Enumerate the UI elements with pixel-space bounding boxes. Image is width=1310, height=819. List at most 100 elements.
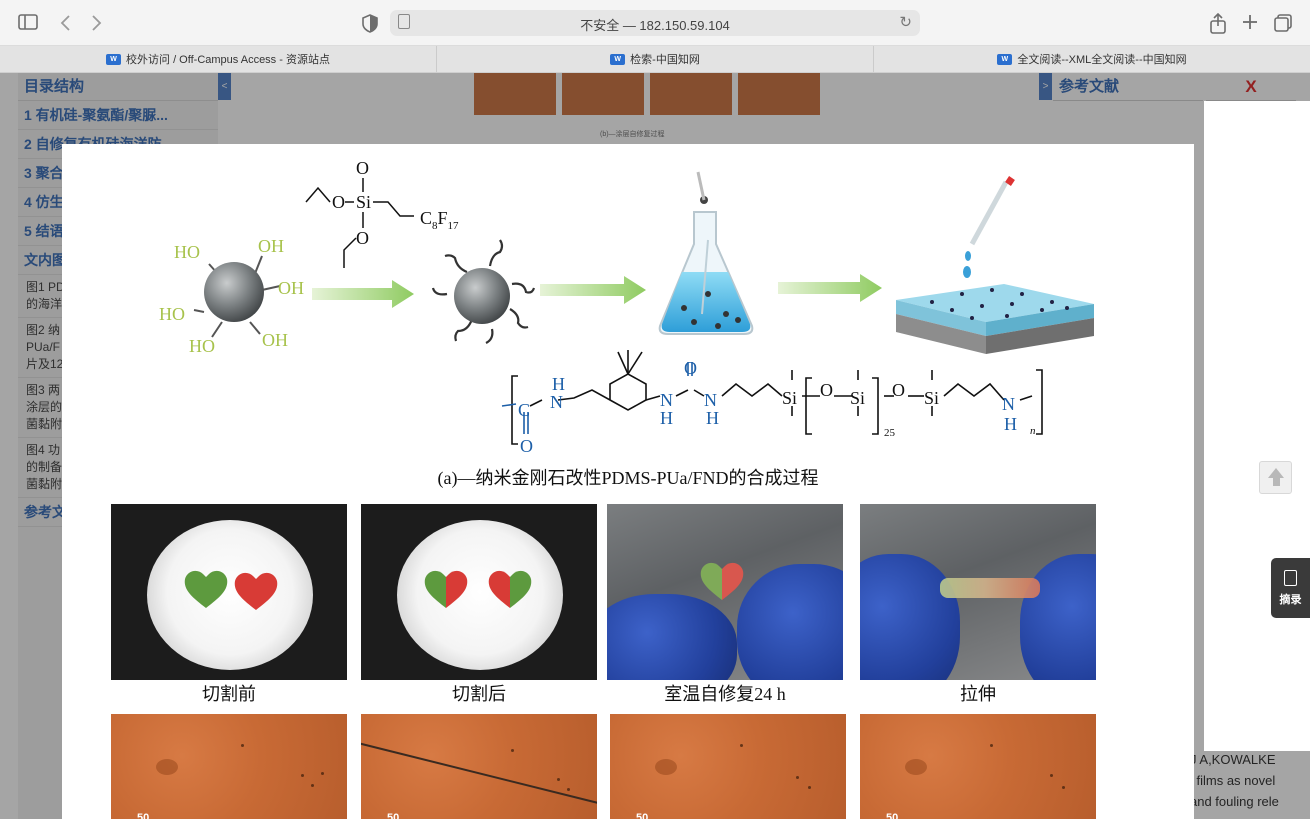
reaction-flask xyxy=(658,171,754,335)
dish xyxy=(147,520,313,670)
tab-label: 全文阅读--XML全文阅读--中国知网 xyxy=(1017,54,1187,66)
tab-overview-icon[interactable] xyxy=(1273,13,1293,33)
polymer-h: H xyxy=(706,408,719,428)
favicon-icon: W xyxy=(610,53,626,65)
silane-o-bottom: O xyxy=(356,228,369,248)
share-icon[interactable] xyxy=(1208,12,1228,34)
micrograph-healed-24h: 50 xyxy=(860,714,1096,819)
sidebar-icon[interactable] xyxy=(18,13,38,33)
polymer-o: O xyxy=(892,380,905,400)
polymer-si: Si xyxy=(850,388,865,408)
defect xyxy=(156,759,178,775)
up-arrow-stem xyxy=(1273,477,1280,486)
abstract-label: 摘录 xyxy=(1279,594,1302,606)
particle xyxy=(567,788,570,791)
back-icon[interactable] xyxy=(56,13,76,33)
polymer-si: Si xyxy=(924,388,939,408)
scale-label: 50 xyxy=(886,812,899,819)
particle xyxy=(796,776,799,779)
healed-heart xyxy=(700,562,744,600)
polymer-n: N xyxy=(660,390,673,410)
abstract-button[interactable]: 摘录 xyxy=(1271,558,1310,618)
forward-icon[interactable] xyxy=(86,13,106,33)
polymer-n: N xyxy=(1002,394,1015,414)
cut-heart xyxy=(424,570,468,608)
reference-panel-body xyxy=(1204,101,1310,751)
oh-label: OH xyxy=(278,278,304,298)
scratch-line xyxy=(361,741,597,809)
particle xyxy=(301,774,304,777)
reload-icon[interactable]: ↻ xyxy=(899,13,912,31)
particle xyxy=(740,744,743,747)
glove xyxy=(1020,554,1096,680)
green-heart xyxy=(184,570,228,608)
polymer-h: H xyxy=(1004,414,1017,434)
micrograph-cut: 50 xyxy=(361,714,597,819)
tab-fulltext[interactable]: W 全文阅读--XML全文阅读--中国知网 xyxy=(874,46,1310,72)
polymer-o: O xyxy=(820,380,833,400)
photo-after-cut xyxy=(361,504,597,680)
polymer-n: N xyxy=(704,390,717,410)
polymer-h: H xyxy=(660,408,673,428)
chain-sub2: 17 xyxy=(448,220,460,232)
silane-chain: C8F17 xyxy=(420,208,459,232)
cut-heart xyxy=(488,570,532,608)
particle xyxy=(990,744,993,747)
polymer-repeat: 25 xyxy=(884,427,896,439)
glove xyxy=(860,554,960,680)
shield-icon[interactable] xyxy=(360,13,380,33)
photo-stretching xyxy=(860,504,1096,680)
tab-offcampus[interactable]: W 校外访问 / Off-Campus Access - 资源站点 xyxy=(0,46,437,72)
polymer-o: O xyxy=(520,436,533,456)
tab-search[interactable]: W 检索-中国知网 xyxy=(437,46,874,72)
new-tab-icon[interactable] xyxy=(1240,13,1260,33)
particle xyxy=(311,784,314,787)
dish xyxy=(397,520,563,670)
label-self-healed: 室温自修复24 h xyxy=(664,684,786,704)
coated-substrate xyxy=(896,176,1094,354)
label-after-cut: 切割后 xyxy=(452,684,506,704)
scroll-top-button[interactable] xyxy=(1259,461,1292,494)
silane-o-left: O xyxy=(332,192,345,212)
scale-label: 50 xyxy=(636,812,649,819)
scale-label: 50 xyxy=(137,812,150,819)
polymer-h: H xyxy=(552,374,565,394)
tab-label: 检索-中国知网 xyxy=(630,54,700,66)
process-arrow xyxy=(778,274,882,302)
scale-label: 50 xyxy=(387,812,400,819)
polymer-si: Si xyxy=(782,388,797,408)
ho-label: HO xyxy=(174,242,200,262)
glove xyxy=(737,564,843,680)
address-bar[interactable]: 不安全 — 182.150.59.104 ↻ xyxy=(390,10,920,36)
ho-label: HO xyxy=(189,336,215,356)
browser-toolbar: 不安全 — 182.150.59.104 ↻ xyxy=(0,0,1310,46)
label-before-cut: 切割前 xyxy=(202,684,256,704)
abstract-doc-icon xyxy=(1284,570,1297,586)
particle xyxy=(511,749,514,752)
micrograph-healed-12h: 50 xyxy=(610,714,846,819)
particle xyxy=(557,778,560,781)
polymer-o: O xyxy=(684,358,697,378)
particle xyxy=(808,786,811,789)
photo-before-cut xyxy=(111,504,347,680)
nanodiamond-particle xyxy=(193,255,281,338)
url-text: 不安全 — 182.150.59.104 xyxy=(580,18,730,33)
synthesis-scheme: HO OH OH HO HO OH O O Si O C8F17 C O H N… xyxy=(159,158,1094,456)
tab-bar: W 校外访问 / Off-Campus Access - 资源站点 W 检索-中国知… xyxy=(0,46,1310,73)
functionalized-sphere xyxy=(454,268,510,324)
polymer-c: C xyxy=(518,400,530,420)
defect xyxy=(905,759,927,775)
defect xyxy=(655,759,677,775)
photo-self-healed xyxy=(607,504,843,680)
particle xyxy=(1050,774,1053,777)
oh-label: OH xyxy=(262,330,288,350)
stretched-strip xyxy=(940,578,1040,598)
process-arrow xyxy=(540,276,646,304)
micrograph-before: 50 xyxy=(111,714,347,819)
tab-label: 校外访问 / Off-Campus Access - 资源站点 xyxy=(126,54,330,66)
particle xyxy=(321,772,324,775)
figure-viewer[interactable]: HO OH OH HO HO OH O O Si O C8F17 C O H N… xyxy=(62,144,1194,819)
chain-c: C xyxy=(420,208,432,228)
glove xyxy=(607,594,737,680)
polymer-n-index: n xyxy=(1030,425,1036,437)
